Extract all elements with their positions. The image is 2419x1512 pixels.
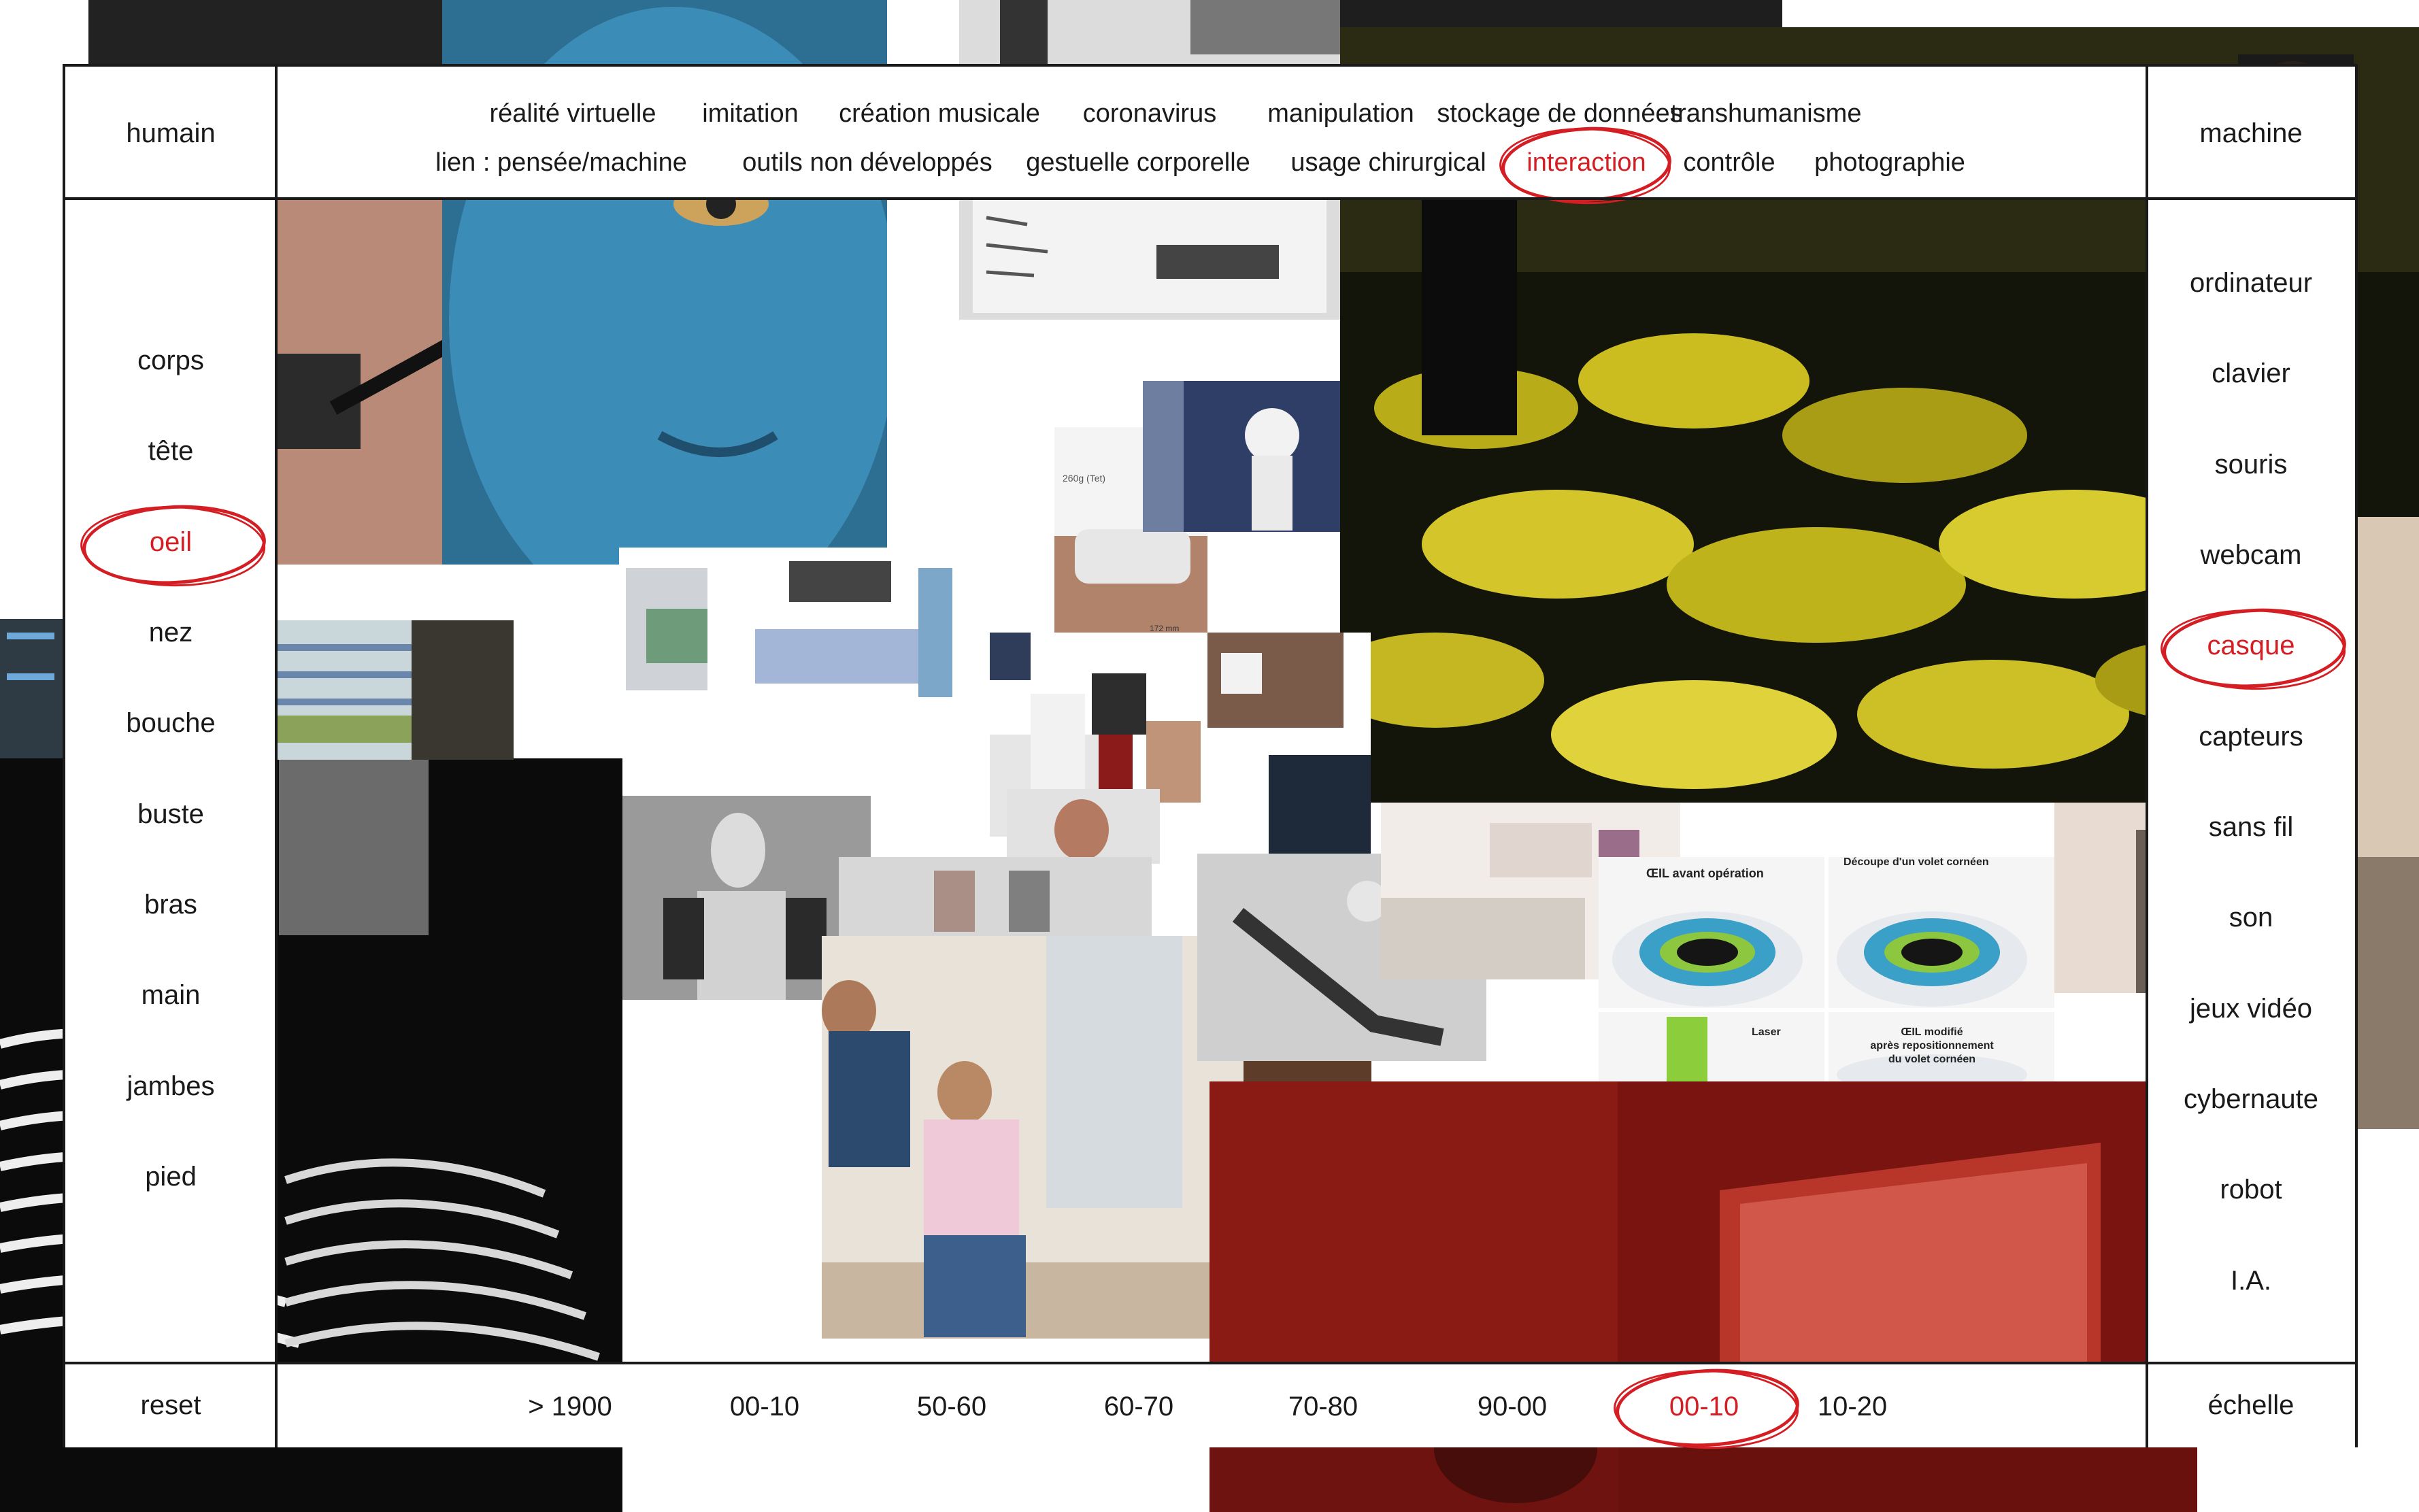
topic-lien-pensee-machine[interactable]: lien : pensée/machine — [435, 148, 687, 178]
body-item-jambes[interactable]: jambes — [127, 1071, 215, 1102]
topic-realite-virtuelle[interactable]: réalité virtuelle — [490, 99, 656, 129]
topic-controle[interactable]: contrôle — [1683, 148, 1775, 178]
humain-label[interactable]: humain — [65, 118, 276, 149]
divider-left — [275, 67, 278, 1447]
topic-manipulation[interactable]: manipulation — [1267, 99, 1414, 129]
left-edge-console-image — [0, 619, 63, 762]
reset-button[interactable]: reset — [65, 1390, 276, 1421]
topic-imitation[interactable]: imitation — [702, 99, 799, 129]
topic-stockage-de-donnees[interactable]: stockage de données — [1437, 99, 1682, 129]
topic-creation-musicale[interactable]: création musicale — [839, 99, 1040, 129]
body-item-main[interactable]: main — [141, 980, 201, 1011]
machine-label[interactable]: machine — [2147, 118, 2355, 149]
period-50-60[interactable]: 50-60 — [917, 1392, 986, 1422]
bottom-dark-strip — [2197, 1447, 2419, 1512]
body-item-oeil[interactable]: oeil — [150, 527, 192, 558]
divider-top — [65, 197, 2358, 200]
period-10-20[interactable]: 10-20 — [1818, 1392, 1887, 1422]
machine-item-sans-fil[interactable]: sans fil — [2209, 812, 2294, 843]
machine-item-son[interactable]: son — [2229, 903, 2273, 933]
topic-coronavirus[interactable]: coronavirus — [1083, 99, 1216, 129]
body-item-buste[interactable]: buste — [137, 799, 204, 830]
machine-item-ordinateur[interactable]: ordinateur — [2190, 268, 2312, 299]
divider-right — [2146, 67, 2148, 1447]
period-60-70[interactable]: 60-70 — [1104, 1392, 1173, 1422]
interface-frame: humain réalité virtuelle imitation créat… — [63, 64, 2358, 1451]
topic-photographie[interactable]: photographie — [1814, 148, 1965, 178]
divider-bottom — [65, 1362, 2358, 1364]
echelle-button[interactable]: échelle — [2147, 1390, 2355, 1421]
body-item-bouche[interactable]: bouche — [126, 708, 215, 739]
topics-bar: réalité virtuelle imitation création mus… — [276, 67, 2147, 207]
machine-item-jeux-video[interactable]: jeux vidéo — [2190, 994, 2312, 1024]
topic-transhumanisme[interactable]: transhumanisme — [1671, 99, 1862, 129]
machine-item-capteurs[interactable]: capteurs — [2199, 722, 2303, 752]
header-right-cell: machine — [2147, 67, 2355, 199]
machine-item-robot[interactable]: robot — [2220, 1175, 2282, 1205]
period-before-1900[interactable]: > 1900 — [528, 1392, 612, 1422]
body-item-nez[interactable]: nez — [149, 618, 193, 648]
body-item-tete[interactable]: tête — [148, 436, 194, 467]
period-00-10-selected[interactable]: 00-10 — [1669, 1392, 1739, 1422]
machine-item-clavier[interactable]: clavier — [2212, 358, 2290, 389]
footer-left-cell: reset — [65, 1363, 276, 1447]
topic-outils-non-developpes[interactable]: outils non développés — [742, 148, 992, 178]
footer-right-cell: échelle — [2147, 1363, 2355, 1447]
machine-item-souris[interactable]: souris — [2215, 450, 2288, 480]
period-00-10-early[interactable]: 00-10 — [730, 1392, 799, 1422]
period-70-80[interactable]: 70-80 — [1288, 1392, 1358, 1422]
body-item-pied[interactable]: pied — [145, 1162, 197, 1192]
machine-item-ia[interactable]: I.A. — [2231, 1266, 2271, 1296]
body-item-corps[interactable]: corps — [137, 346, 204, 376]
header-left-cell: humain — [65, 67, 276, 199]
body-item-bras[interactable]: bras — [144, 890, 197, 920]
right-edge-image — [2358, 517, 2419, 1129]
machine-item-casque[interactable]: casque — [2207, 631, 2295, 661]
topic-gestuelle-corporelle[interactable]: gestuelle corporelle — [1026, 148, 1250, 178]
topic-usage-chirurgical[interactable]: usage chirurgical — [1290, 148, 1486, 178]
machine-item-cybernaute[interactable]: cybernaute — [2184, 1084, 2318, 1115]
topic-interaction[interactable]: interaction — [1527, 148, 1646, 178]
machine-item-webcam[interactable]: webcam — [2201, 540, 2302, 571]
period-90-00[interactable]: 90-00 — [1478, 1392, 1547, 1422]
